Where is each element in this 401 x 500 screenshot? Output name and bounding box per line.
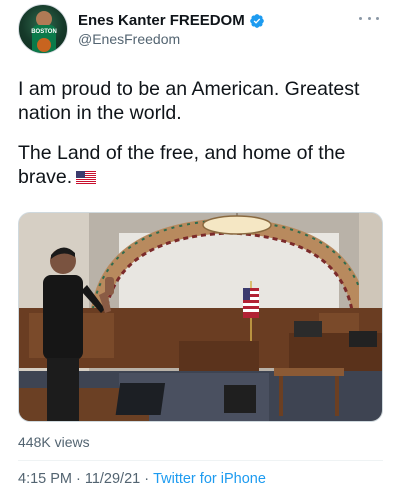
divider <box>18 460 383 461</box>
handle[interactable]: @EnesFreedom <box>78 31 265 47</box>
tweet-date[interactable]: 11/29/21 <box>85 471 140 487</box>
tweet-time[interactable]: 4:15 PM <box>18 471 72 487</box>
courtroom-photo <box>19 213 382 421</box>
dot <box>367 16 371 20</box>
tweet-source-link[interactable]: Twitter for iPhone <box>153 471 266 487</box>
dot <box>376 16 379 20</box>
avatar[interactable]: BOSTON <box>18 4 68 54</box>
tweet-card: BOSTON Enes Kanter FREEDOM @EnesFreedom … <box>0 0 401 500</box>
display-name[interactable]: Enes Kanter FREEDOM <box>78 12 245 29</box>
tweet-header: BOSTON Enes Kanter FREEDOM @EnesFreedom <box>18 4 383 54</box>
dot <box>359 16 362 20</box>
tweet-text-paragraph-2: The Land of the free, and home of the br… <box>18 141 388 189</box>
meta-separator: · <box>76 471 81 487</box>
tweet-text-paragraph-2-body: The Land of the free, and home of the br… <box>18 142 346 188</box>
display-name-row: Enes Kanter FREEDOM <box>78 12 265 29</box>
us-flag-icon <box>76 171 97 185</box>
author-names[interactable]: Enes Kanter FREEDOM @EnesFreedom <box>78 12 265 47</box>
more-options-icon[interactable] <box>359 12 379 24</box>
meta-separator: · <box>144 471 150 487</box>
verified-badge-icon <box>249 13 264 28</box>
avatar-basketball <box>37 38 51 52</box>
tweet-text-paragraph-1: I am proud to be an American. Greatest n… <box>18 78 360 124</box>
view-count: 448K views <box>18 434 90 450</box>
tweet-meta: 4:15 PM · 11/29/21 · Twitter for iPhone <box>18 471 266 487</box>
avatar-jersey-text: BOSTON <box>31 29 57 35</box>
tweet-photo[interactable] <box>18 212 383 422</box>
